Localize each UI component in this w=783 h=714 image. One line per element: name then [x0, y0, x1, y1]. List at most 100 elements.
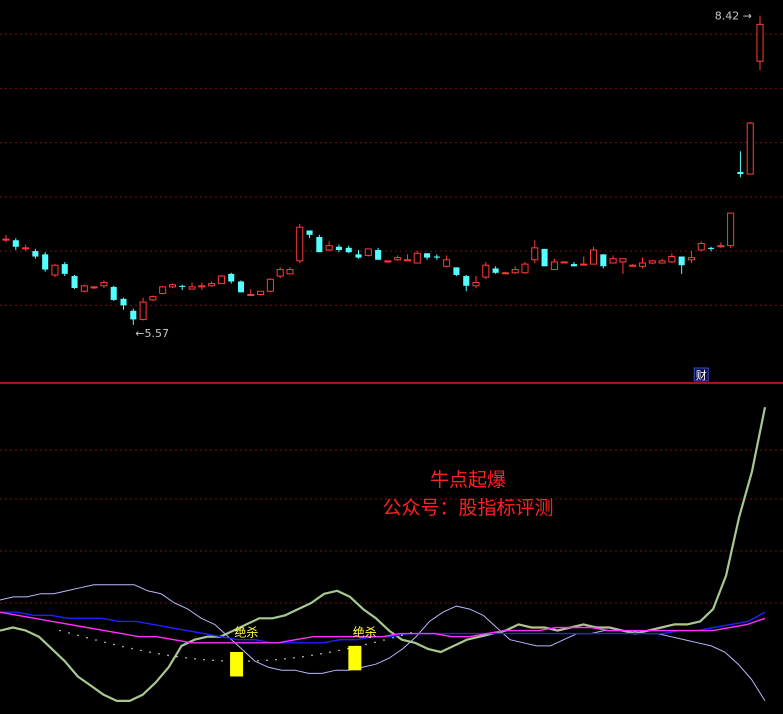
candle-body-up	[139, 301, 147, 320]
indicator-dot	[266, 659, 268, 662]
indicator-line-blue	[0, 611, 766, 644]
indicator-dot	[221, 659, 223, 662]
indicator-dot	[410, 632, 412, 634]
candle-body-up	[168, 284, 177, 288]
indicator-dot	[329, 651, 331, 653]
indicator-dot	[194, 658, 196, 660]
indicator-dot	[77, 634, 79, 637]
candle-body-up	[638, 262, 647, 267]
candle-body-down	[708, 247, 715, 249]
indicator-dot	[302, 655, 304, 658]
indicator-dot	[185, 657, 187, 659]
candle-body-up	[257, 290, 265, 295]
indicator-dot	[374, 641, 376, 644]
indicator-dot	[95, 639, 97, 641]
stock-chart-window: 8.42 →←5.57财涨 绝杀绝杀绝杀 牛点起爆 公众号：股指标评测	[0, 0, 783, 714]
candle-body-down	[12, 240, 19, 247]
indicator-dot	[392, 636, 394, 639]
indicator-panel: 绝杀绝杀绝杀 牛点起爆 公众号：股指标评测	[0, 406, 783, 702]
candle-body-up	[325, 245, 333, 251]
candle-body-down	[600, 254, 607, 267]
candle-body-up	[619, 258, 627, 263]
candle-body-down	[541, 248, 548, 267]
indicator-dot	[311, 654, 313, 657]
candle-body-down	[306, 230, 313, 235]
candle-body-down	[228, 273, 235, 282]
candle-body-down	[570, 264, 577, 267]
indicator-dot	[401, 634, 403, 637]
candle-body-down	[61, 264, 68, 274]
candle-body-up	[364, 248, 372, 256]
candle-body-down	[678, 256, 685, 266]
indicator-dot	[203, 658, 205, 661]
indicator-dot	[158, 653, 160, 655]
indicator-dot	[86, 636, 88, 639]
candle-body-up	[90, 286, 98, 289]
indicator-dot	[176, 655, 178, 658]
indicator-dot	[293, 657, 295, 659]
indicator-dot	[257, 659, 259, 662]
candle-body-up	[482, 264, 490, 278]
max-price-label: 8.42 →	[715, 10, 752, 23]
candle-body-up	[208, 283, 216, 287]
candle-body-up	[697, 242, 705, 251]
indicator-dot	[167, 654, 169, 657]
candle-body-up	[266, 278, 274, 292]
signal-label: 绝杀	[353, 625, 377, 640]
candle-body-down	[737, 171, 744, 175]
candle-body-up	[217, 275, 225, 285]
indicator-dot	[104, 641, 106, 644]
indicator-dot	[284, 658, 286, 660]
indicator-dot	[149, 651, 151, 653]
candle-body-down	[375, 250, 382, 260]
candle-body-up	[403, 259, 412, 262]
indicator-line-magenta	[0, 611, 766, 644]
signal-bar	[348, 645, 362, 671]
indicator-dot	[122, 645, 124, 648]
candle-body-down	[433, 256, 440, 258]
candle-body-up	[531, 247, 539, 261]
candle-body-down	[237, 281, 245, 293]
candle-body-down	[316, 236, 323, 253]
event-marker-label: 财	[696, 368, 707, 382]
min-price-label: ←5.57	[135, 327, 169, 340]
candle-body-down	[179, 285, 186, 287]
candle-body-up	[286, 269, 294, 275]
candle-body-up	[443, 259, 451, 267]
candle-body-up	[580, 263, 588, 266]
candle-body-up	[746, 122, 754, 175]
candle-body-up	[550, 261, 558, 271]
candle-body-up	[658, 260, 666, 264]
candle-body-down	[355, 254, 362, 258]
indicator-dot	[275, 658, 277, 661]
candle-body-up	[521, 263, 529, 274]
indicator-line-lavender	[0, 584, 766, 702]
signal-bar	[230, 651, 244, 677]
candle-body-down	[120, 298, 127, 306]
indicator-dot	[320, 653, 322, 655]
indicator-title: 牛点起爆	[430, 469, 506, 491]
indicator-dot	[212, 659, 214, 662]
candle-body-down	[110, 286, 117, 300]
candle-body-up	[648, 260, 656, 264]
candle-body-up	[149, 296, 157, 301]
candle-body-up	[589, 249, 598, 265]
candle-body-up	[668, 256, 676, 263]
candle-body-up	[22, 247, 30, 250]
candle-body-down	[463, 276, 470, 286]
candle-body-up	[727, 212, 735, 247]
indicator-dot	[383, 639, 385, 641]
candle-body-down	[42, 254, 49, 270]
candle-body-down	[130, 310, 137, 320]
candle-body-up	[276, 269, 284, 277]
candle-body-up	[472, 282, 480, 287]
candle-body-up	[609, 258, 617, 264]
candle-body-down	[424, 253, 431, 258]
indicator-dot	[113, 643, 115, 646]
candle-body-down	[492, 268, 499, 273]
indicator-dot	[338, 649, 340, 652]
indicator-dot	[365, 643, 367, 646]
indicator-dot	[248, 660, 250, 662]
indicator-dot	[59, 629, 61, 632]
candle-body-down	[71, 276, 78, 288]
